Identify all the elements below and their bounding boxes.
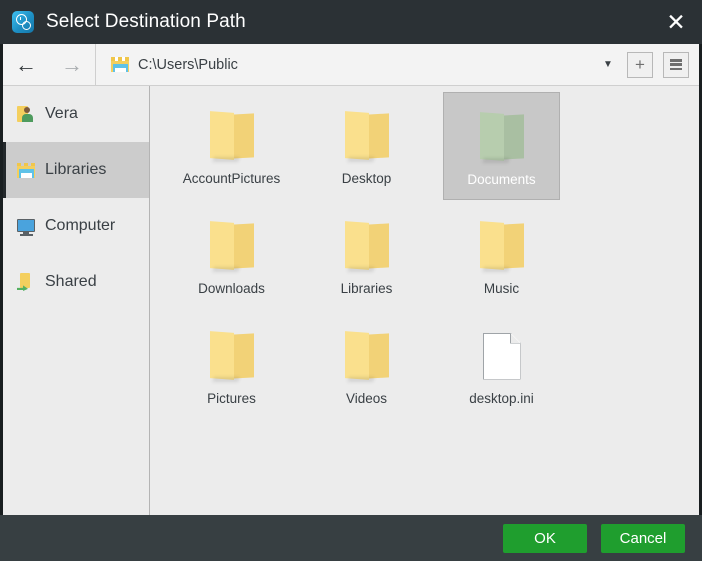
file-item-accountpictures[interactable]: AccountPictures: [173, 92, 290, 200]
path-input[interactable]: C:\Users\Public: [96, 44, 589, 85]
new-folder-button[interactable]: +: [627, 51, 653, 78]
folder-icon: [209, 105, 254, 167]
back-button[interactable]: ←: [3, 53, 49, 76]
clock-gear-icon: [12, 11, 34, 33]
folder-icon: [344, 325, 389, 387]
dialog-footer: OK Cancel: [0, 515, 702, 561]
file-item-label: Music: [483, 281, 520, 296]
file-item-desktop-ini[interactable]: desktop.ini: [443, 312, 560, 420]
folder-icon: [479, 106, 524, 168]
window-title: Select Destination Path: [46, 11, 246, 32]
file-item-music[interactable]: Music: [443, 202, 560, 310]
sidebar-item-label: Shared: [45, 273, 97, 290]
path-text: C:\Users\Public: [138, 56, 238, 73]
file-item-pictures[interactable]: Pictures: [173, 312, 290, 420]
shared-folder-icon: [16, 272, 36, 292]
file-item-label: Libraries: [340, 281, 393, 296]
navigation-arrows: ← →: [3, 44, 96, 85]
path-toolbar: ← → C:\Users\Public ▼ +: [3, 44, 699, 86]
file-item-label: Videos: [345, 391, 388, 406]
sidebar-item-label: Computer: [45, 217, 116, 234]
title-bar: Select Destination Path ✕: [0, 0, 702, 44]
file-item-documents[interactable]: Documents: [443, 92, 560, 200]
file-grid: AccountPictures Desktop Documents Downlo…: [150, 92, 699, 422]
chevron-down-icon[interactable]: ▼: [589, 44, 627, 85]
sidebar-item-label: Libraries: [45, 161, 107, 178]
libraries-folder-icon: [111, 57, 129, 72]
file-item-desktop[interactable]: Desktop: [308, 92, 425, 200]
computer-icon: [16, 216, 36, 236]
file-item-videos[interactable]: Videos: [308, 312, 425, 420]
file-item-label: desktop.ini: [469, 391, 534, 406]
cancel-button[interactable]: Cancel: [601, 523, 685, 553]
sidebar-item-computer[interactable]: Computer: [3, 198, 149, 254]
sidebar-item-shared[interactable]: Shared: [3, 254, 149, 310]
select-destination-path-dialog: Select Destination Path ✕ ← → C:\Users\P…: [0, 0, 702, 561]
sidebar-item-vera[interactable]: Vera: [3, 86, 149, 142]
file-item-label: Pictures: [207, 391, 256, 406]
sidebar-item-label: Vera: [45, 105, 78, 122]
dialog-body: Vera Libraries Computer Shared AccountPi…: [3, 86, 699, 515]
file-browser-content: AccountPictures Desktop Documents Downlo…: [150, 86, 699, 515]
file-item-downloads[interactable]: Downloads: [173, 202, 290, 310]
user-folder-icon: [16, 104, 36, 124]
document-file-icon: [482, 325, 521, 387]
folder-icon: [209, 215, 254, 277]
sidebar: Vera Libraries Computer Shared: [3, 86, 150, 515]
folder-icon: [209, 325, 254, 387]
folder-icon: [344, 105, 389, 167]
ok-button[interactable]: OK: [503, 523, 587, 553]
libraries-icon: [16, 160, 36, 180]
sidebar-item-libraries[interactable]: Libraries: [3, 142, 149, 198]
file-item-label: Desktop: [341, 171, 392, 186]
file-item-libraries[interactable]: Libraries: [308, 202, 425, 310]
file-item-label: Documents: [467, 172, 536, 187]
list-view-icon[interactable]: [663, 51, 689, 78]
forward-button[interactable]: →: [49, 53, 95, 76]
folder-icon: [479, 215, 524, 277]
file-item-label: AccountPictures: [182, 171, 281, 186]
file-item-label: Downloads: [198, 281, 265, 296]
folder-icon: [344, 215, 389, 277]
close-icon[interactable]: ✕: [650, 0, 702, 44]
